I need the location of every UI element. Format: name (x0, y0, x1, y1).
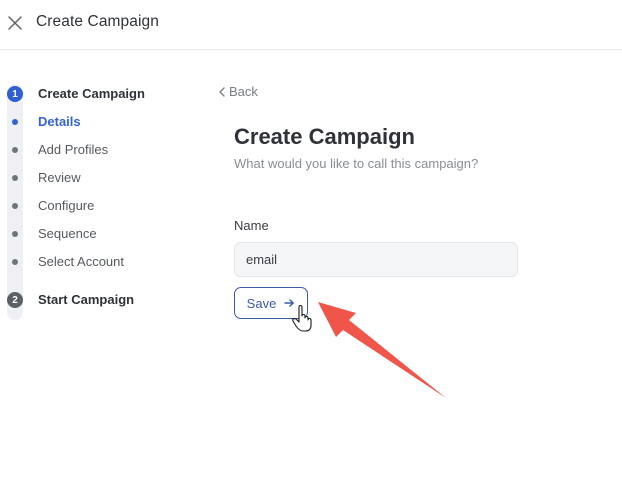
step-label-start-campaign: Start Campaign (38, 292, 135, 307)
substep-label-details: Details (38, 114, 81, 129)
close-button[interactable] (6, 14, 24, 32)
chevron-left-icon (219, 86, 225, 97)
substep-dot (12, 259, 18, 265)
substep-label-add-profiles: Add Profiles (38, 142, 109, 157)
substep-label-sequence: Sequence (38, 226, 97, 241)
substep-dot (12, 203, 18, 209)
campaign-name-input[interactable] (234, 242, 518, 277)
close-icon (8, 16, 22, 30)
back-label: Back (229, 84, 258, 99)
substep-label-configure: Configure (38, 198, 95, 213)
substep-label-select-account: Select Account (38, 254, 124, 269)
save-button[interactable]: Save (234, 287, 308, 319)
step-label-create-campaign: Create Campaign (38, 86, 145, 101)
app-title: Create Campaign (36, 13, 159, 30)
page-title: Create Campaign (234, 124, 415, 149)
step-number-2: 2 (7, 292, 23, 308)
arrow-right-icon (284, 299, 295, 307)
save-button-label: Save (246, 295, 277, 311)
substep-dot (12, 147, 18, 153)
red-arrow-annotation (318, 302, 446, 398)
substep-dot (12, 175, 18, 181)
top-bar: Create Campaign (0, 0, 622, 50)
name-field-label: Name (234, 218, 269, 233)
step-number-1: 1 (7, 86, 23, 102)
substep-dot (12, 231, 18, 237)
page-subtitle: What would you like to call this campaig… (234, 156, 479, 171)
substep-label-review: Review (38, 170, 81, 185)
back-link[interactable]: Back (218, 84, 258, 99)
annotation-overlay (292, 302, 446, 398)
substep-dot (12, 119, 18, 125)
